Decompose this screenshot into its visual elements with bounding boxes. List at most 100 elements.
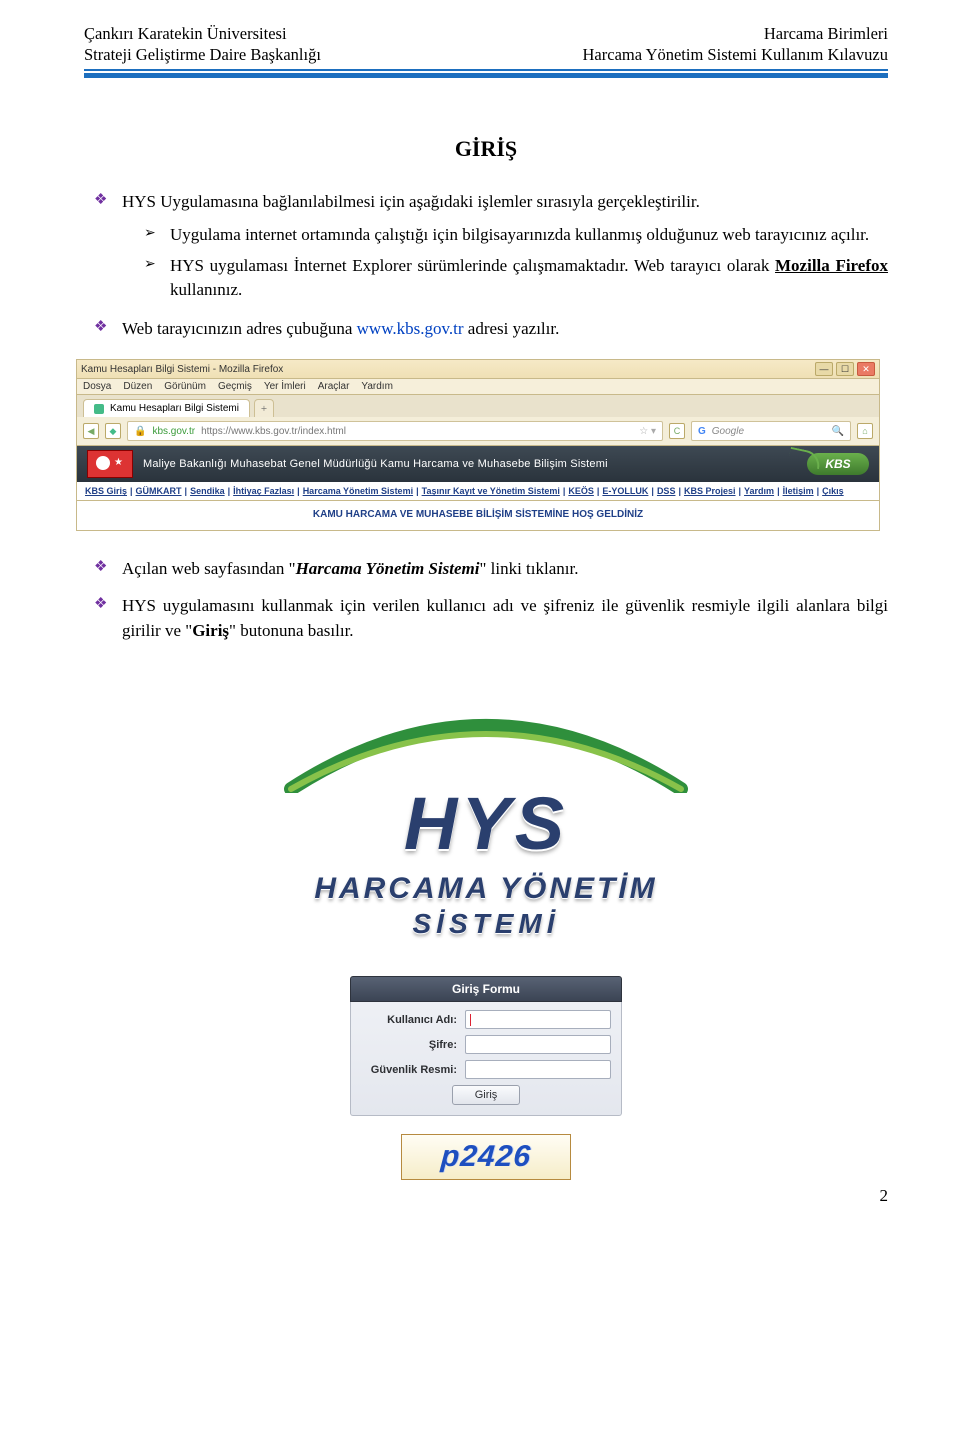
- sub-bullet-text: HYS uygulaması İnternet Explorer sürümle…: [170, 254, 888, 303]
- text-run: Açılan web sayfasından ": [122, 559, 296, 578]
- password-input[interactable]: [465, 1035, 611, 1054]
- browser-screenshot: Kamu Hesapları Bilgi Sistemi - Mozilla F…: [76, 359, 880, 531]
- site-banner: Maliye Bakanlığı Muhasebat Genel Müdürlü…: [76, 446, 880, 482]
- header-left-top: Çankırı Karatekin Üniversitesi: [84, 24, 287, 45]
- body-text: ❖ HYS Uygulamasına bağlanılabilmesi için…: [84, 190, 888, 341]
- menu-item[interactable]: Düzen: [123, 381, 152, 392]
- bullet-item: ❖ Açılan web sayfasından "Harcama Yöneti…: [94, 557, 888, 582]
- tab-title: Kamu Hesapları Bilgi Sistemi: [110, 403, 239, 414]
- text-run: kullanınız.: [170, 280, 242, 299]
- logo-arc-icon: [271, 703, 701, 793]
- bullet-item: ❖ HYS Uygulamasına bağlanılabilmesi için…: [94, 190, 888, 215]
- logo-subtitle-2: SİSTEMİ: [251, 908, 721, 940]
- hys-logo-block: HYS HARCAMA YÖNETİM SİSTEMİ: [251, 703, 721, 940]
- arrow-bullet-icon: ➢: [144, 223, 170, 248]
- bullet-text: Web tarayıcınızın adres çubuğuna www.kbs…: [122, 317, 559, 342]
- url-host: kbs.gov.tr: [152, 426, 195, 437]
- username-input[interactable]: [465, 1010, 611, 1029]
- header-rule: [84, 69, 888, 78]
- window-title: Kamu Hesapları Bilgi Sistemi - Mozilla F…: [81, 364, 283, 375]
- welcome-text: KAMU HARCAMA VE MUHASEBE BİLİŞİM SİSTEMİ…: [76, 501, 880, 531]
- arrow-bullet-icon: ➢: [144, 254, 170, 303]
- new-tab-button[interactable]: +: [254, 399, 274, 417]
- password-label: Şifre:: [361, 1039, 465, 1051]
- nav-link[interactable]: Sendika: [190, 486, 225, 496]
- nav-link[interactable]: İletişim: [783, 486, 814, 496]
- browser-tab[interactable]: Kamu Hesapları Bilgi Sistemi: [83, 399, 250, 417]
- captcha-text: p2426: [440, 1140, 532, 1174]
- refresh-button[interactable]: C: [669, 423, 685, 439]
- banner-text: Maliye Bakanlığı Muhasebat Genel Müdürlü…: [143, 458, 797, 470]
- bullet-text: HYS uygulamasını kullanmak için verilen …: [122, 594, 888, 643]
- close-icon[interactable]: ✕: [857, 362, 875, 376]
- nav-link[interactable]: KEÖS: [568, 486, 594, 496]
- captcha-label: Güvenlik Resmi:: [361, 1064, 465, 1076]
- minimize-icon[interactable]: —: [815, 362, 833, 376]
- login-button[interactable]: Giriş: [452, 1085, 521, 1105]
- diamond-bullet-icon: ❖: [94, 190, 122, 215]
- search-icon[interactable]: 🔍: [832, 426, 844, 437]
- bullet-text: HYS Uygulamasına bağlanılabilmesi için a…: [122, 190, 700, 215]
- nav-link[interactable]: KBS Projesi: [684, 486, 736, 496]
- text-run: " linki tıklanır.: [479, 559, 578, 578]
- back-button[interactable]: ◀: [83, 423, 99, 439]
- body-text: ❖ Açılan web sayfasından "Harcama Yöneti…: [84, 557, 888, 643]
- nav-link[interactable]: Yardım: [744, 486, 774, 496]
- menu-item[interactable]: Dosya: [83, 381, 111, 392]
- bullet-text: Açılan web sayfasından "Harcama Yönetim …: [122, 557, 578, 582]
- page-header: Çankırı Karatekin Üniversitesi Harcama B…: [84, 24, 888, 78]
- nav-link[interactable]: İhtiyaç Fazlası: [233, 486, 294, 496]
- nav-link[interactable]: Çıkış: [822, 486, 844, 496]
- page-title: GİRİŞ: [84, 136, 888, 162]
- nav-link[interactable]: Taşınır Kayıt ve Yönetim Sistemi: [422, 486, 560, 496]
- header-right-bot: Harcama Yönetim Sistemi Kullanım Kılavuz…: [583, 45, 888, 66]
- bullet-item: ❖ HYS uygulamasını kullanmak için verile…: [94, 594, 888, 643]
- emphasis-text: Giriş: [192, 621, 229, 640]
- header-left-bot: Strateji Geliştirme Daire Başkanlığı: [84, 45, 321, 66]
- diamond-bullet-icon: ❖: [94, 317, 122, 342]
- favicon-icon: ◆: [105, 423, 121, 439]
- bookmark-star-icon[interactable]: ☆ ▾: [639, 426, 656, 437]
- sub-bullet-item: ➢ HYS uygulaması İnternet Explorer sürüm…: [144, 254, 888, 303]
- menu-item[interactable]: Görünüm: [164, 381, 206, 392]
- emphasis-text: Harcama Yönetim Sistemi: [296, 559, 480, 578]
- sub-bullet-text: Uygulama internet ortamında çalıştığı iç…: [170, 223, 888, 248]
- emphasis-text: Mozilla Firefox: [775, 256, 888, 275]
- sub-bullet-item: ➢ Uygulama internet ortamında çalıştığı …: [144, 223, 888, 248]
- logo-title: HYS: [251, 781, 721, 866]
- header-right-top: Harcama Birimleri: [764, 24, 888, 45]
- favicon-icon: [94, 404, 104, 414]
- google-icon: G: [698, 426, 706, 437]
- browser-tab-bar: Kamu Hesapları Bilgi Sistemi +: [76, 395, 880, 417]
- turkish-flag-icon: [87, 450, 133, 478]
- menu-item[interactable]: Yardım: [361, 381, 393, 392]
- address-bar[interactable]: 🔒 kbs.gov.tr https://www.kbs.gov.tr/inde…: [127, 421, 663, 441]
- site-nav-links: KBS Giriş| GÜMKART| Sendika| İhtiyaç Faz…: [76, 482, 880, 501]
- username-label: Kullanıcı Adı:: [361, 1014, 465, 1026]
- menu-item[interactable]: Araçlar: [318, 381, 350, 392]
- browser-menu-bar: Dosya Düzen Görünüm Geçmiş Yer İmleri Ar…: [76, 379, 880, 395]
- lock-icon: 🔒: [134, 426, 146, 437]
- window-titlebar: Kamu Hesapları Bilgi Sistemi - Mozilla F…: [76, 359, 880, 379]
- nav-link[interactable]: KBS Giriş: [85, 486, 127, 496]
- page-number: 2: [880, 1186, 889, 1206]
- url-full: https://www.kbs.gov.tr/index.html: [201, 426, 346, 437]
- menu-item[interactable]: Geçmiş: [218, 381, 252, 392]
- text-run: adresi yazılır.: [464, 319, 560, 338]
- captcha-image: p2426: [401, 1134, 571, 1180]
- maximize-icon[interactable]: ☐: [836, 362, 854, 376]
- nav-link[interactable]: DSS: [657, 486, 676, 496]
- login-form: Giriş Formu Kullanıcı Adı: Şifre: Güvenl…: [350, 976, 622, 1116]
- nav-link[interactable]: Harcama Yönetim Sistemi: [303, 486, 413, 496]
- search-placeholder: Google: [712, 426, 744, 437]
- url-text: www.kbs.gov.tr: [357, 319, 464, 338]
- nav-link[interactable]: GÜMKART: [136, 486, 182, 496]
- home-button[interactable]: ⌂: [857, 423, 873, 439]
- diamond-bullet-icon: ❖: [94, 594, 122, 643]
- nav-link[interactable]: E-YOLLUK: [602, 486, 648, 496]
- browser-toolbar: ◀ ◆ 🔒 kbs.gov.tr https://www.kbs.gov.tr/…: [76, 417, 880, 446]
- bullet-item: ❖ Web tarayıcınızın adres çubuğuna www.k…: [94, 317, 888, 342]
- menu-item[interactable]: Yer İmleri: [264, 381, 306, 392]
- captcha-input[interactable]: [465, 1060, 611, 1079]
- search-box[interactable]: G Google 🔍: [691, 421, 851, 441]
